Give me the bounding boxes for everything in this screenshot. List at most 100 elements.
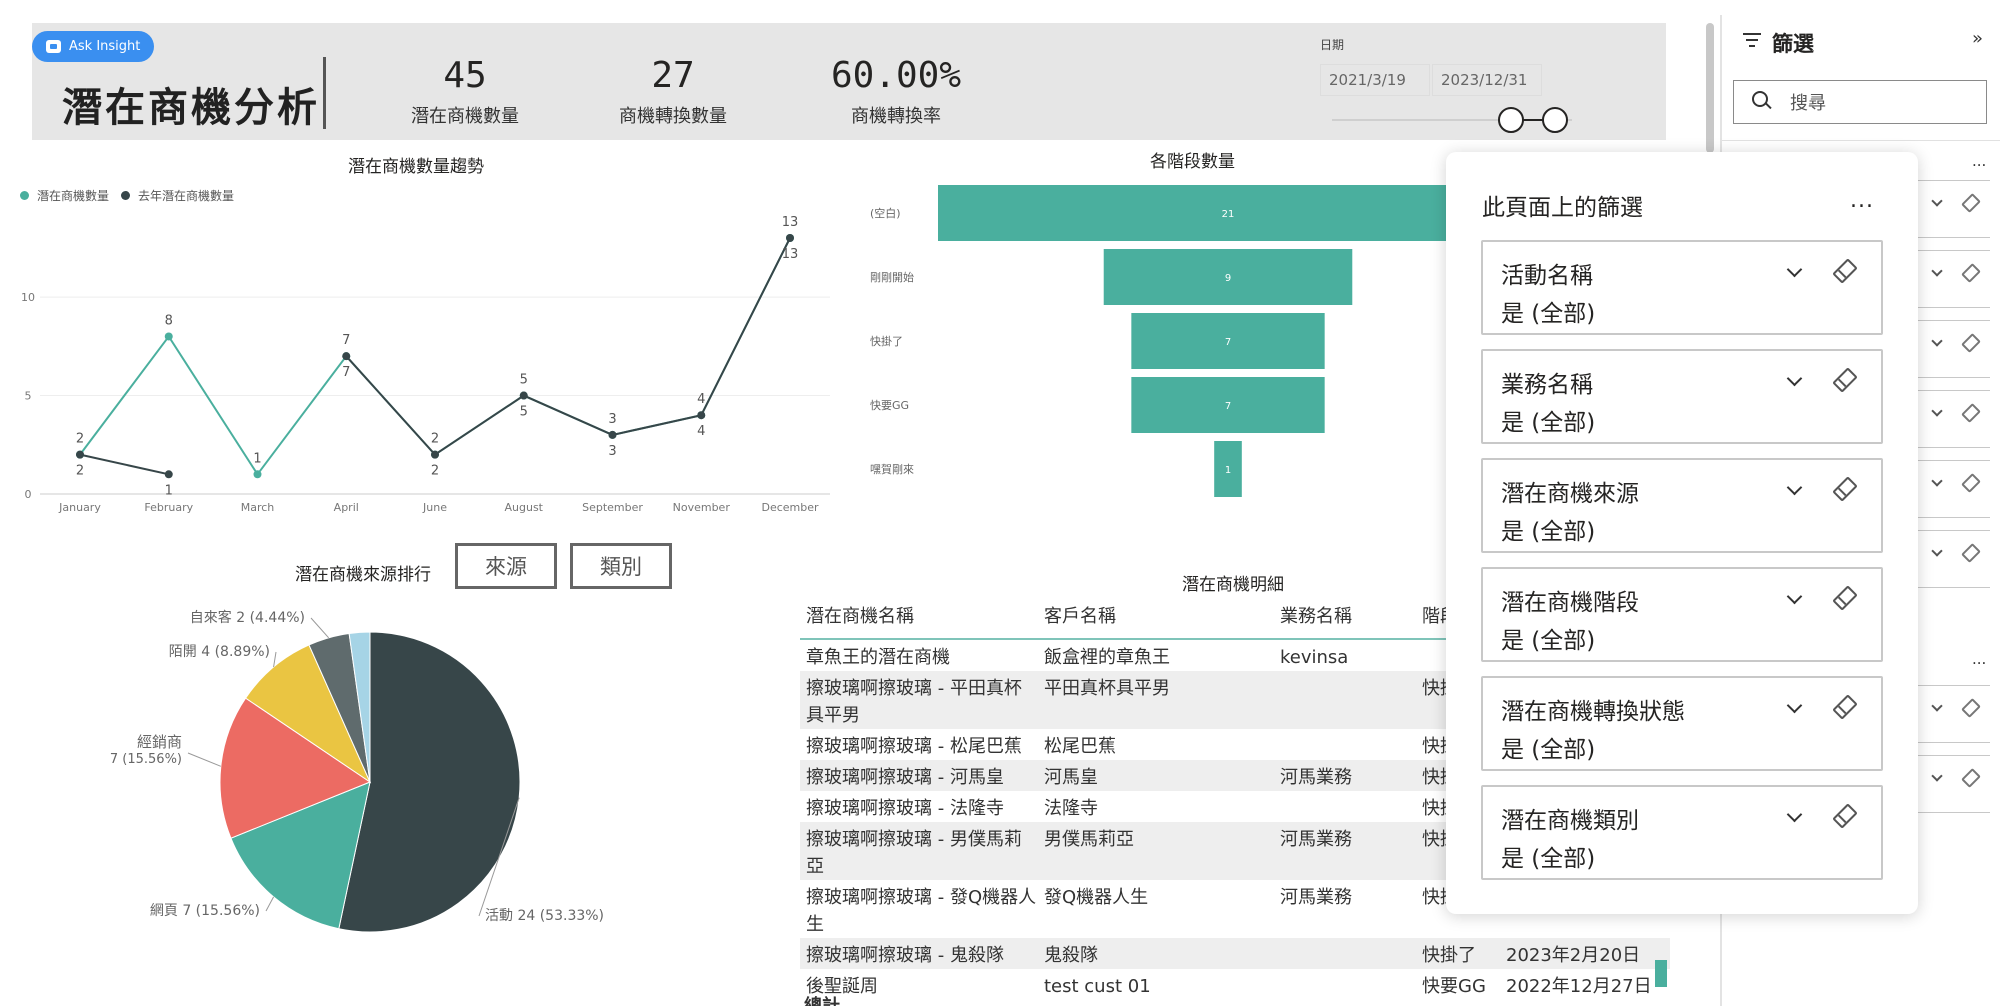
y-tick-label: 10 bbox=[21, 291, 35, 304]
eraser-icon[interactable] bbox=[1832, 476, 1858, 502]
chevron-down-icon[interactable] bbox=[1931, 335, 1943, 347]
eraser-icon[interactable] bbox=[1832, 803, 1858, 829]
chevron-down-icon[interactable] bbox=[1931, 265, 1943, 277]
data-point[interactable] bbox=[786, 234, 794, 242]
data-point[interactable] bbox=[76, 450, 84, 459]
kpi-card: 27 商機轉換數量 bbox=[573, 55, 773, 128]
source-button[interactable]: 來源 bbox=[455, 543, 557, 589]
eraser-icon[interactable] bbox=[1832, 258, 1858, 284]
eraser-icon[interactable] bbox=[1961, 473, 1981, 493]
data-label: 7 bbox=[1225, 337, 1231, 348]
chevron-down-icon[interactable] bbox=[1931, 700, 1943, 712]
filter-value: 是 (全部) bbox=[1501, 301, 1596, 327]
data-point[interactable] bbox=[164, 470, 173, 479]
data-label: 5 bbox=[520, 373, 528, 388]
data-point[interactable] bbox=[608, 430, 617, 439]
kpi-label: 潛在商機數量 bbox=[411, 106, 519, 127]
chevron-down-icon[interactable] bbox=[1786, 697, 1803, 714]
category-label: 剛剛開始 bbox=[870, 270, 914, 284]
data-label: 2 bbox=[431, 432, 439, 447]
funnel-chart-title: 各階段數量 bbox=[1150, 152, 1235, 172]
eraser-icon[interactable] bbox=[1961, 698, 1981, 718]
category-button[interactable]: 類別 bbox=[570, 543, 672, 589]
table-total-label: 總計 bbox=[804, 992, 840, 1006]
x-tick-label: December bbox=[761, 501, 819, 514]
funnel-bar[interactable] bbox=[938, 185, 1450, 241]
more-options-icon[interactable]: ... bbox=[1850, 188, 1874, 213]
y-tick-label: 5 bbox=[25, 390, 32, 403]
chevron-down-icon[interactable] bbox=[1931, 475, 1943, 487]
collapse-pane-icon[interactable]: » bbox=[1972, 28, 1983, 49]
eraser-icon[interactable] bbox=[1832, 367, 1858, 393]
chevron-down-icon[interactable] bbox=[1931, 545, 1943, 557]
eraser-icon[interactable] bbox=[1961, 193, 1981, 213]
eraser-icon[interactable] bbox=[1961, 768, 1981, 788]
table-row[interactable]: 後聖誕周 test cust 01 快要GG 2022年12月27日 bbox=[800, 969, 1670, 1000]
x-tick-label: March bbox=[241, 501, 275, 514]
data-label: 13 bbox=[782, 247, 799, 262]
data-label: 5 bbox=[520, 405, 528, 420]
table-cell: 擦玻璃啊擦玻璃 - 鬼殺隊 bbox=[806, 945, 1004, 966]
category-label: 快掛了 bbox=[870, 334, 903, 348]
data-label: 3 bbox=[608, 412, 616, 427]
leader-line bbox=[187, 752, 222, 767]
eraser-icon[interactable] bbox=[1961, 543, 1981, 563]
eraser-icon[interactable] bbox=[1961, 333, 1981, 353]
filter-card[interactable]: 潛在商機轉換狀態是 (全部) bbox=[1481, 676, 1883, 771]
kpi-value: 60.00% bbox=[830, 55, 962, 96]
date-slider-start-handle[interactable] bbox=[1498, 107, 1524, 133]
column-header[interactable]: 潛在商機名稱 bbox=[800, 603, 1038, 630]
table-cell: 擦玻璃啊擦玻璃 - 男僕馬莉亞 bbox=[806, 829, 1022, 877]
more-options-icon[interactable]: ... bbox=[1972, 650, 1986, 668]
filter-name: 潛在商機階段 bbox=[1501, 590, 1639, 616]
filter-card[interactable]: 潛在商機階段是 (全部) bbox=[1481, 567, 1883, 662]
eraser-icon[interactable] bbox=[1832, 585, 1858, 611]
eraser-icon[interactable] bbox=[1961, 263, 1981, 283]
chevron-down-icon[interactable] bbox=[1931, 770, 1943, 782]
chevron-down-icon[interactable] bbox=[1786, 479, 1803, 496]
x-tick-label: September bbox=[582, 501, 643, 514]
eraser-icon[interactable] bbox=[1832, 694, 1858, 720]
title-divider bbox=[323, 57, 326, 129]
filter-search-input[interactable]: 搜尋 bbox=[1733, 80, 1987, 124]
column-header[interactable]: 客戶名稱 bbox=[1038, 603, 1274, 630]
chevron-down-icon[interactable] bbox=[1931, 405, 1943, 417]
filter-card[interactable]: 潛在商機類別是 (全部) bbox=[1481, 785, 1883, 880]
data-bar-marker bbox=[1655, 960, 1667, 987]
filter-card[interactable]: 潛在商機來源是 (全部) bbox=[1481, 458, 1883, 553]
filter-card[interactable]: 活動名稱是 (全部) bbox=[1481, 240, 1883, 335]
source-pie-chart: 活動 24 (53.33%) 網頁 7 (15.56%) 經銷商7 (15.56%)… bbox=[110, 609, 604, 933]
chevron-down-icon[interactable] bbox=[1786, 806, 1803, 823]
chevron-down-icon[interactable] bbox=[1931, 195, 1943, 207]
table-cell: 擦玻璃啊擦玻璃 - 松尾巴蕉 bbox=[806, 736, 1022, 757]
filter-value: 是 (全部) bbox=[1501, 410, 1596, 436]
ask-insight-button[interactable]: Ask Insight bbox=[32, 31, 154, 62]
canvas-scrollbar[interactable] bbox=[1706, 23, 1714, 153]
data-point[interactable] bbox=[431, 450, 439, 459]
data-point[interactable] bbox=[253, 470, 262, 479]
chevron-down-icon[interactable] bbox=[1786, 370, 1803, 387]
data-point[interactable] bbox=[164, 332, 173, 341]
source-rank-title: 潛在商機來源排行 bbox=[295, 565, 431, 585]
column-header[interactable]: 業務名稱 bbox=[1274, 603, 1416, 630]
chevron-down-icon[interactable] bbox=[1786, 261, 1803, 278]
x-tick-label: June bbox=[422, 501, 447, 514]
date-slider-end-handle[interactable] bbox=[1542, 107, 1568, 133]
eraser-icon[interactable] bbox=[1961, 403, 1981, 423]
data-label: 21 bbox=[1222, 209, 1235, 220]
chevron-down-icon[interactable] bbox=[1786, 588, 1803, 605]
table-cell: test cust 01 bbox=[1044, 976, 1151, 997]
table-row[interactable]: 擦玻璃啊擦玻璃 - 鬼殺隊 鬼殺隊 快掛了 2023年2月20日 bbox=[800, 938, 1670, 969]
data-point[interactable] bbox=[697, 411, 706, 420]
filter-card[interactable]: 業務名稱是 (全部) bbox=[1481, 349, 1883, 444]
more-options-icon[interactable]: ... bbox=[1972, 152, 1986, 170]
table-cell: 男僕馬莉亞 bbox=[1044, 829, 1134, 850]
data-point[interactable] bbox=[342, 352, 351, 361]
data-point[interactable] bbox=[519, 391, 528, 400]
date-end-input[interactable]: 2023/12/31 bbox=[1432, 64, 1542, 96]
filter-value: 是 (全部) bbox=[1501, 519, 1596, 545]
table-cell: 鬼殺隊 bbox=[1044, 945, 1098, 966]
date-start-input[interactable]: 2021/3/19 bbox=[1320, 64, 1430, 96]
x-tick-label: August bbox=[505, 501, 544, 514]
table-cell: 河馬業務 bbox=[1280, 829, 1352, 850]
